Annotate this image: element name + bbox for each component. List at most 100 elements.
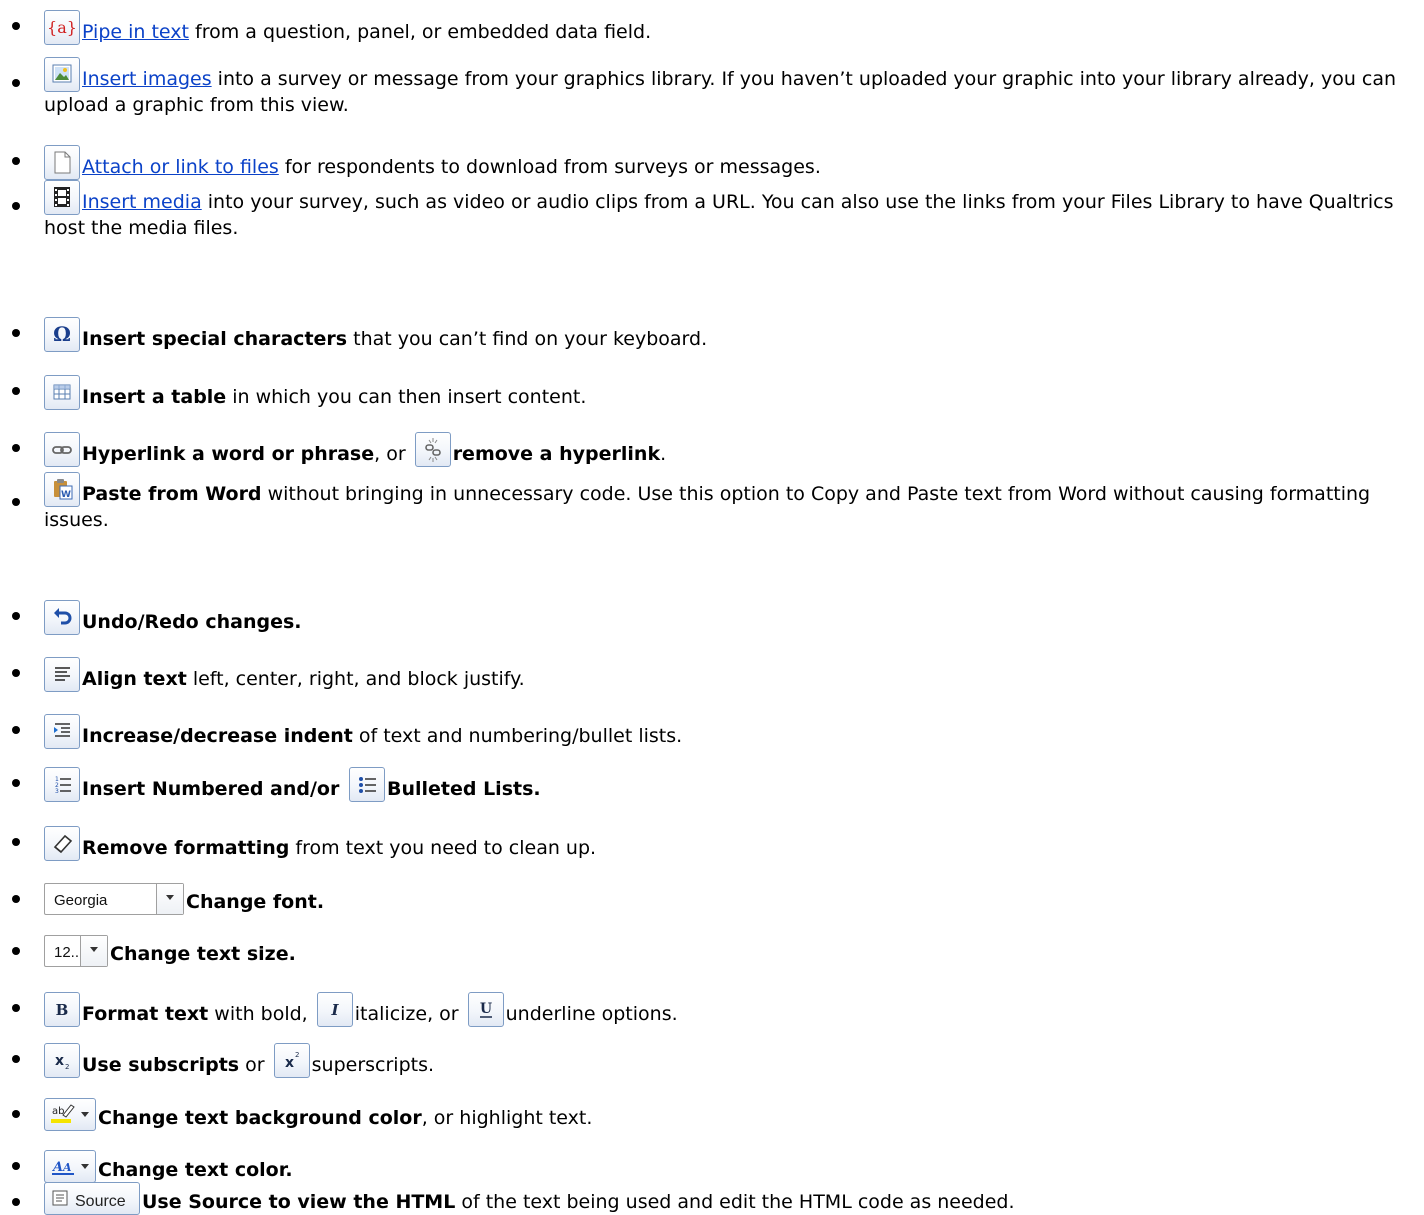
bullet (12, 387, 20, 395)
font-size-select[interactable]: 12... (44, 935, 108, 967)
item-title: Use Source to view the HTML (142, 1191, 456, 1213)
insert-media-link[interactable]: Insert media (82, 191, 202, 213)
chevron-down-icon[interactable] (80, 936, 107, 966)
list-item: Insert images into a survey or message f… (0, 57, 1424, 127)
item-text: or (239, 1054, 271, 1076)
italic-icon[interactable]: I (316, 992, 353, 1027)
align-left-icon[interactable] (44, 657, 80, 692)
highlight-icon[interactable]: ab (44, 1098, 96, 1131)
underline-icon[interactable]: U (467, 992, 504, 1027)
list-item: x2 Use subscripts or x2 superscripts. (0, 1026, 1424, 1078)
numbered-list-icon[interactable]: 123 (44, 767, 80, 802)
svg-text:U: U (480, 1001, 492, 1017)
item-text: into a survey or message from your graph… (44, 68, 1397, 116)
list-item: Align text left, center, right, and bloc… (0, 640, 1424, 692)
item-title: Change text size. (110, 943, 296, 965)
bulleted-list-icon[interactable] (348, 767, 385, 802)
bullet (12, 1162, 20, 1170)
list-item: Hyperlink a word or phrase, or remove a … (0, 415, 1424, 467)
chevron-down-icon[interactable] (156, 884, 183, 914)
source-button[interactable]: Source (44, 1182, 140, 1215)
bullet (12, 612, 20, 620)
bullet (12, 22, 20, 30)
svg-text:2: 2 (65, 1063, 69, 1071)
list-item: Insert media into your survey, such as v… (0, 180, 1424, 250)
superscript-icon[interactable]: x2 (273, 1043, 310, 1078)
subscript-icon[interactable]: x2 (44, 1043, 80, 1078)
item-title: Hyperlink a word or phrase (82, 443, 375, 465)
pipe-text-link[interactable]: Pipe in text (82, 21, 189, 43)
svg-text:x: x (285, 1055, 294, 1071)
item-title: Increase/decrease indent (82, 725, 353, 747)
item-title: Use subscripts (82, 1054, 240, 1076)
bullet (12, 444, 20, 452)
bullet (12, 79, 20, 87)
paste-word-icon[interactable]: W (44, 472, 80, 507)
insert-images-link[interactable]: Insert images (82, 68, 212, 90)
bullet (12, 1004, 20, 1012)
unlink-icon[interactable] (414, 432, 451, 467)
undo-icon[interactable] (44, 600, 80, 635)
bullet (12, 838, 20, 846)
list-item: Ω Insert special characters that you can… (0, 300, 1424, 352)
bullet (12, 726, 20, 734)
item-title: Format text (82, 1003, 209, 1025)
list-item: Insert a table in which you can then ins… (0, 358, 1424, 410)
link-icon[interactable] (44, 432, 80, 467)
table-icon[interactable] (44, 375, 80, 410)
item-title: Paste from Word (82, 483, 262, 505)
item-title: Align text (82, 668, 187, 690)
item-text: of the text being used and edit the HTML… (455, 1191, 1015, 1213)
insert-image-icon[interactable] (44, 57, 80, 92)
bold-icon[interactable]: B (44, 992, 80, 1027)
svg-text:{a}: {a} (47, 18, 77, 37)
svg-text:A: A (51, 1160, 63, 1175)
bullet (12, 669, 20, 677)
list-item: Attach or link to files for respondents … (0, 135, 1424, 180)
svg-text:ab: ab (52, 1106, 64, 1117)
attach-files-link[interactable]: Attach or link to files (82, 156, 279, 178)
list-item: Remove formatting from text you need to … (0, 809, 1424, 861)
svg-text:Ω: Ω (53, 322, 71, 346)
item-title-2: remove a hyperlink (452, 443, 661, 465)
font-select[interactable]: Georgia (44, 883, 184, 915)
film-icon[interactable] (44, 180, 80, 215)
indent-icon[interactable] (44, 714, 80, 749)
item-title: Undo/Redo changes. (82, 611, 302, 633)
item-title: Insert special characters (82, 328, 348, 350)
svg-text:B: B (56, 1001, 69, 1019)
svg-text:3: 3 (55, 788, 59, 795)
item-title: Insert Numbered and/or (82, 778, 346, 800)
item-text: , or (374, 443, 412, 465)
omega-icon[interactable]: Ω (44, 317, 80, 352)
item-text-3: underline options. (505, 1003, 678, 1025)
item-text: that you can’t find on your keyboard. (347, 328, 708, 350)
font-size-select-value: 12... (54, 944, 84, 961)
list-item: 123 Insert Numbered and/or Bulleted List… (0, 750, 1424, 802)
bullet (12, 1110, 20, 1118)
list-item: {a} Pipe in text from a question, panel,… (0, 0, 1424, 45)
eraser-icon[interactable] (44, 826, 80, 861)
pipe-text-icon[interactable]: {a} (44, 10, 80, 45)
bullet (12, 1055, 20, 1063)
font-select-value: Georgia (54, 892, 108, 909)
item-text-2: italicize, or (354, 1003, 465, 1025)
bullet (12, 202, 20, 210)
item-text: from text you need to clean up. (289, 837, 597, 859)
list-item: 12... Change text size. (0, 918, 1424, 967)
bullet (12, 498, 20, 506)
file-icon[interactable] (44, 145, 80, 180)
item-title: Remove formatting (82, 837, 290, 859)
item-title-2: Bulleted Lists. (386, 778, 541, 800)
list-item: ab Change text background color, or high… (0, 1081, 1424, 1131)
item-title: Change font. (186, 891, 325, 913)
item-title: Change text background color (98, 1107, 422, 1129)
item-text: . (660, 443, 667, 465)
bullet (12, 779, 20, 787)
list-item: Source Use Source to view the HTML of th… (0, 1177, 1424, 1215)
item-text: for respondents to download from surveys… (278, 156, 821, 178)
svg-text:2: 2 (295, 1051, 299, 1059)
svg-text:I: I (330, 1001, 339, 1019)
bullet (12, 329, 20, 337)
item-title: Insert a table (82, 386, 227, 408)
